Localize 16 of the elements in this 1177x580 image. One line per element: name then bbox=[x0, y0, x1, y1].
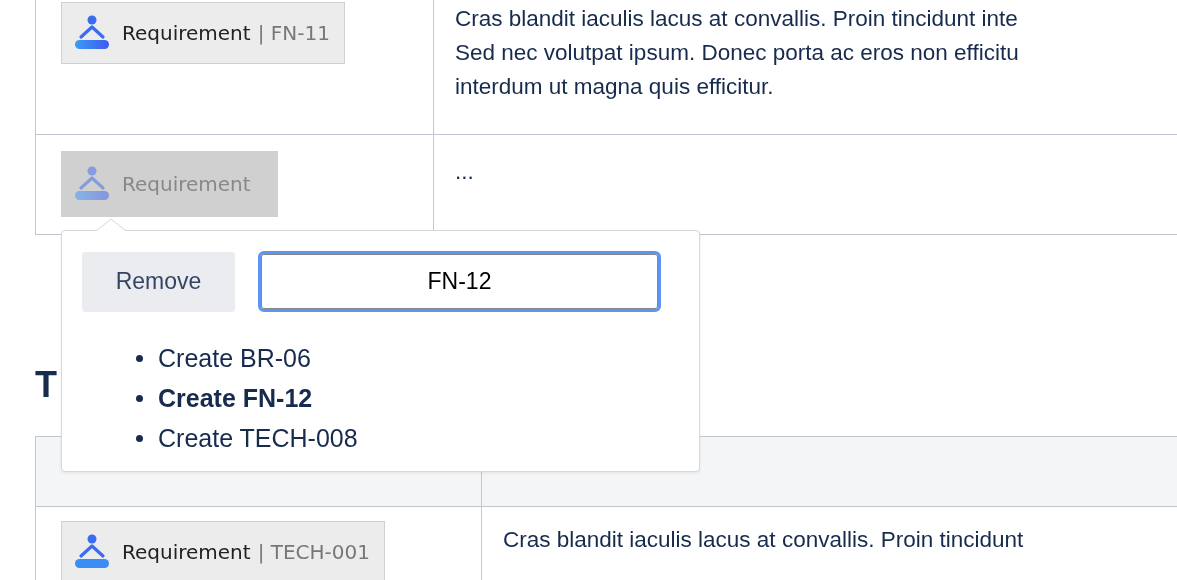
description-text: Sed nec volutpat ipsum. Donec porta ac eros non efficitu bbox=[455, 39, 1020, 67]
description-text: ... bbox=[455, 158, 475, 186]
key-input[interactable]: FN-12 bbox=[258, 251, 661, 312]
section-heading: T bbox=[35, 363, 57, 407]
create-option[interactable]: Create TECH-008 bbox=[158, 423, 358, 453]
bullet-icon bbox=[136, 434, 143, 442]
description-text: Cras blandit iaculis lacus at convallis. Proin tincidunt inte bbox=[455, 5, 1019, 33]
bullet-icon bbox=[136, 354, 143, 362]
create-option[interactable]: Create FN-12 bbox=[158, 383, 313, 413]
create-option[interactable]: Create BR-06 bbox=[158, 343, 311, 373]
remove-button[interactable]: Remove bbox=[82, 251, 235, 312]
description-text: Cras blandit iaculis lacus at convallis. Proin tincidunt bbox=[503, 526, 1025, 554]
description-text: interdum ut magna quis efficitur. bbox=[455, 73, 775, 101]
requirement-chip[interactable]: Requirement | TECH-001 bbox=[61, 521, 385, 580]
bullet-icon bbox=[136, 394, 143, 402]
requirement-chip[interactable]: Requirement | FN-11 bbox=[61, 2, 345, 64]
